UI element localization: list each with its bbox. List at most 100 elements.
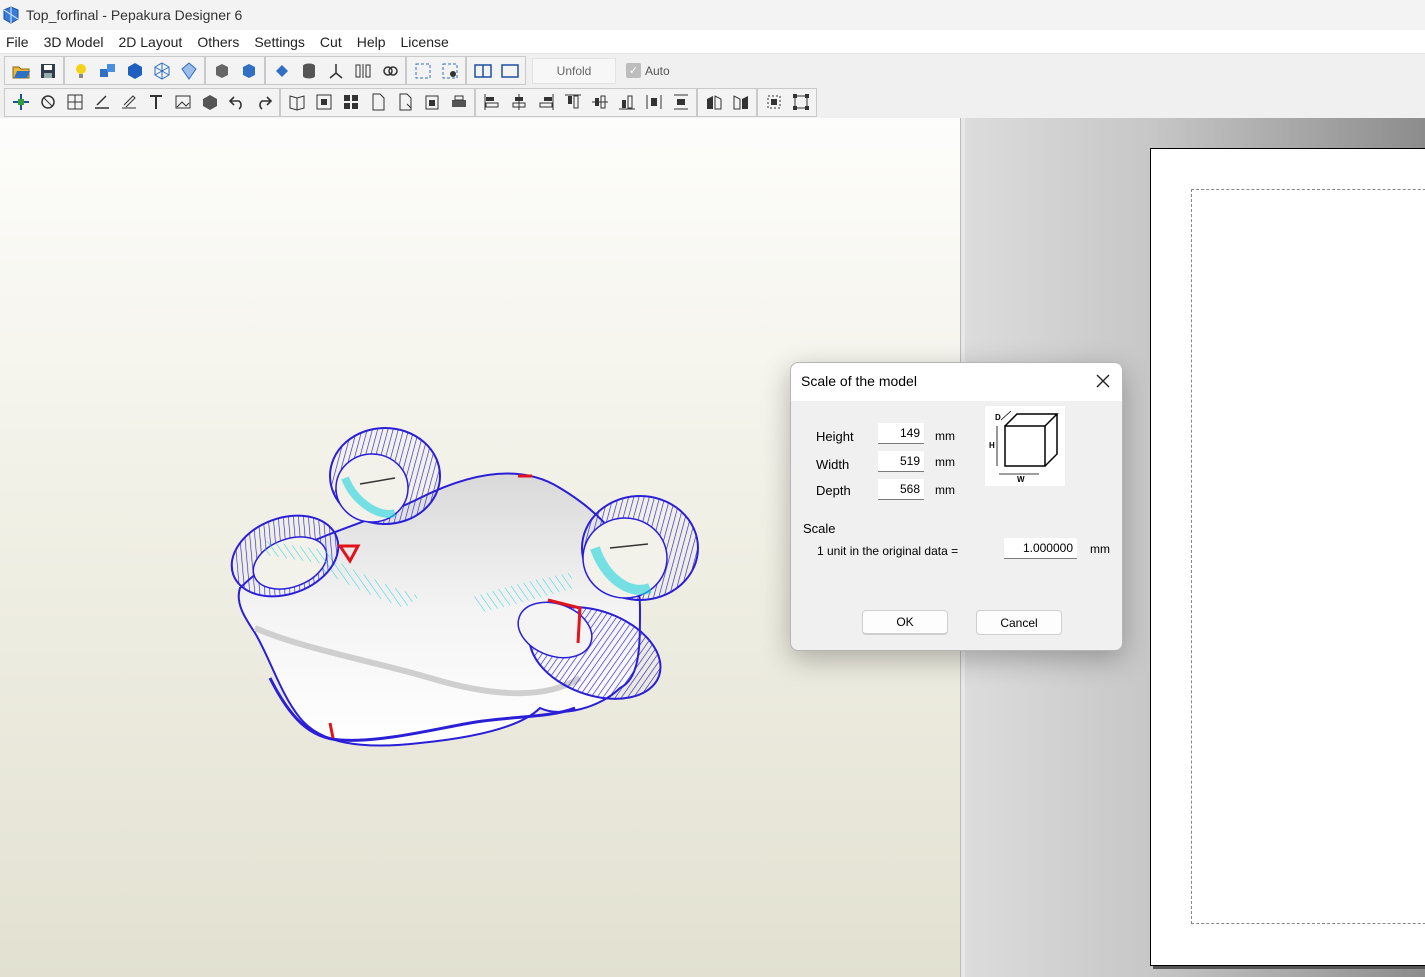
width-letter: W [1017,475,1025,484]
select-area-button[interactable] [409,58,436,84]
solid-cube-icon [127,62,142,79]
align-left-button[interactable] [478,89,505,115]
scale-description: 1 unit in the original data = [817,544,959,558]
menu-2d-layout[interactable]: 2D Layout [112,31,191,53]
width-input[interactable] [878,451,924,472]
width-label: Width [816,457,850,472]
open-file-button[interactable] [7,58,34,84]
link-icon [382,65,398,76]
grid-button[interactable] [337,89,364,115]
text-button[interactable] [142,89,169,115]
layout-toolbar-group [280,87,475,117]
menu-file[interactable]: File [0,31,38,53]
align-center-icon [512,94,525,110]
image-icon [175,95,190,109]
page-number-button[interactable] [364,89,391,115]
frame-button[interactable] [760,89,787,115]
align-middle-button[interactable] [586,89,613,115]
lightbulb-icon [75,63,86,78]
split-view-button[interactable] [469,58,496,84]
align-top-button[interactable] [559,89,586,115]
move-arrows-icon [12,94,29,110]
align-right-button[interactable] [532,89,559,115]
edit-toolbar [0,86,1425,119]
save-file-button[interactable] [34,58,61,84]
flip-right-button[interactable] [727,89,754,115]
face-toolbar-group [205,56,265,85]
split-window-icon [473,63,492,78]
solid-view-button[interactable] [121,58,148,84]
redo-icon [258,96,272,110]
align-center-button[interactable] [505,89,532,115]
print-preview-button[interactable] [418,89,445,115]
print-preview-icon [425,95,438,110]
split-button[interactable] [349,58,376,84]
edit-toolbar-group [4,87,280,117]
distribute-h-button[interactable] [640,89,667,115]
select-settings-button[interactable] [436,58,463,84]
edge-view-button[interactable] [175,58,202,84]
menu-license[interactable]: License [395,31,458,53]
menu-help[interactable]: Help [351,31,395,53]
menu-bar: File 3D Model 2D Layout Others Settings … [0,30,1425,54]
flap-button[interactable] [115,89,142,115]
ok-button[interactable]: OK [862,610,948,635]
menu-settings[interactable]: Settings [248,31,314,53]
align-left-icon [484,94,498,110]
unfold-button[interactable]: Unfold [532,57,616,84]
print-button[interactable] [445,89,472,115]
menu-cut[interactable]: Cut [314,31,351,53]
depth-label: Depth [816,483,851,498]
light-button[interactable] [67,58,94,84]
cube-button[interactable] [196,89,223,115]
face-cube-icon [215,63,228,78]
face-color-button[interactable] [235,58,262,84]
cylinder-button[interactable] [295,58,322,84]
folder-open-icon [12,66,30,78]
line-button[interactable] [88,89,115,115]
flip-right-icon [733,95,748,110]
redo-button[interactable] [250,89,277,115]
flip-left-button[interactable] [700,89,727,115]
wireframe-button[interactable] [148,58,175,84]
face-select-button[interactable] [208,58,235,84]
wireframe-cube-icon [154,61,169,80]
scale-input[interactable] [1004,538,1077,559]
paint-bucket-icon [275,64,288,77]
join-button[interactable] [61,89,88,115]
move-button[interactable] [7,89,34,115]
paint-button[interactable] [268,58,295,84]
menu-3d-model[interactable]: 3D Model [38,31,113,53]
scale-unit: mm [1090,542,1110,556]
rotate-button[interactable] [34,89,61,115]
texture-button[interactable] [94,58,121,84]
checkmark-icon: ✓ [626,63,641,78]
cancel-button[interactable]: Cancel [976,610,1062,635]
undo-button[interactable] [223,89,250,115]
join-icon [67,94,82,110]
height-input[interactable] [878,423,924,444]
page-button[interactable] [391,89,418,115]
link-button[interactable] [376,58,403,84]
printer-icon [451,95,466,107]
distribute-v-button[interactable] [667,89,694,115]
book-button[interactable] [283,89,310,115]
flip-left-icon [706,95,721,110]
split-icon [355,63,370,78]
close-icon[interactable] [1094,372,1112,390]
align-bottom-button[interactable] [613,89,640,115]
depth-input[interactable] [878,479,924,500]
axis-button[interactable] [322,58,349,84]
page-number-icon [372,93,384,111]
layout-button[interactable] [310,89,337,115]
height-unit: mm [935,429,955,443]
tools-toolbar-group [265,56,406,85]
menu-others[interactable]: Others [191,31,248,53]
window-toolbar-group [466,56,526,85]
single-view-button[interactable] [496,58,523,84]
auto-checkbox[interactable]: ✓ Auto [626,63,670,78]
title-bar: Top_forfinal - Pepakura Designer 6 [0,0,1425,30]
frame-corners-button[interactable] [787,89,814,115]
image-button[interactable] [169,89,196,115]
auto-label: Auto [645,63,670,78]
